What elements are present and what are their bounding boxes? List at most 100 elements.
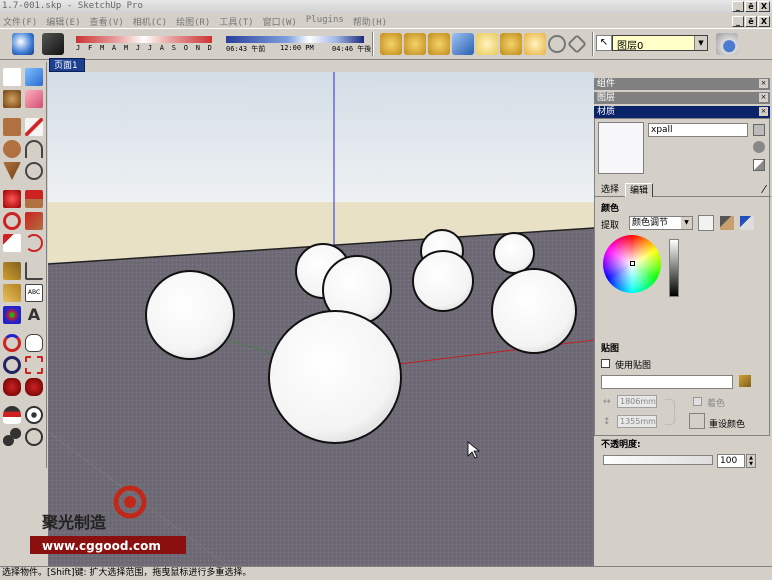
zoom-extents-tool-icon[interactable] (25, 378, 43, 396)
color-picker-dropdown[interactable]: 颜色调节 ▼ (629, 216, 693, 230)
previous-view-icon[interactable] (3, 378, 21, 396)
polygon-tool-icon[interactable] (3, 162, 21, 180)
doc-minimize-button[interactable]: _ (732, 16, 744, 27)
colorize-checkbox[interactable] (693, 397, 702, 406)
materials-tray-header[interactable]: 材质 × (594, 106, 770, 118)
texture-width-field[interactable]: 1806mm (617, 395, 657, 408)
default-material-icon[interactable] (753, 141, 765, 153)
dimension-tool-icon[interactable] (25, 262, 43, 280)
rectangle-tool-icon[interactable] (3, 118, 21, 136)
sphere[interactable] (493, 232, 535, 274)
freehand-tool-icon[interactable] (25, 162, 43, 180)
orbit-tool-icon[interactable] (3, 334, 21, 352)
push-pull-icon[interactable] (25, 190, 43, 208)
minimize-button[interactable]: _ (732, 1, 744, 12)
menu-tools[interactable]: 工具(T) (219, 15, 253, 28)
orbit-icon[interactable] (548, 35, 566, 53)
layers-tray-header[interactable]: 图层 × (594, 92, 770, 104)
scale-tool-icon[interactable] (3, 234, 21, 252)
view-iso-icon[interactable] (380, 33, 402, 55)
menu-draw[interactable]: 绘图(R) (176, 15, 210, 28)
doc-close-button[interactable]: X (758, 16, 770, 27)
offset-tool-icon[interactable] (25, 234, 43, 252)
match-screen-icon[interactable] (740, 216, 754, 230)
move-tool-icon[interactable] (3, 190, 21, 208)
eraser-icon[interactable] (25, 90, 43, 108)
pan-icon[interactable] (567, 34, 587, 54)
view-top-icon[interactable] (404, 33, 426, 55)
display-shadows-icon[interactable] (42, 33, 64, 55)
restore-button[interactable]: ē (745, 1, 757, 12)
opacity-value-field[interactable]: 100 (717, 454, 745, 468)
zoom-extents-icon[interactable] (524, 33, 546, 55)
sphere[interactable] (491, 268, 577, 354)
close-icon[interactable]: × (759, 107, 768, 116)
layer-manager-icon[interactable] (716, 33, 738, 55)
menu-help[interactable]: 帮助(H) (353, 15, 387, 28)
time-slider[interactable] (226, 36, 364, 43)
look-around-icon[interactable] (25, 406, 43, 424)
watermark-url: www.cggood.com (42, 539, 161, 553)
tab-select[interactable]: 选择 (597, 183, 623, 197)
section-plane-icon[interactable] (25, 428, 43, 446)
position-camera-icon[interactable] (3, 406, 21, 424)
select-arrow-icon[interactable]: ↖ (596, 35, 612, 51)
scene-tab[interactable]: 页面1 (49, 58, 85, 72)
zoom-tool-icon[interactable] (3, 356, 21, 374)
menu-edit[interactable]: 编辑(E) (46, 15, 80, 28)
axes-tool-icon[interactable] (3, 306, 21, 324)
paint-bucket-icon[interactable] (3, 90, 21, 108)
color-swatch[interactable] (698, 215, 714, 231)
menu-window[interactable]: 窗口(W) (263, 15, 297, 28)
rotate-tool-icon[interactable] (3, 212, 21, 230)
3d-text-icon[interactable]: A (25, 306, 43, 324)
shadow-settings-icon[interactable] (12, 33, 34, 55)
arc-tool-icon[interactable] (25, 140, 43, 158)
view-front-icon[interactable] (428, 33, 450, 55)
close-button[interactable]: X (758, 1, 770, 12)
circle-tool-icon[interactable] (3, 140, 21, 158)
browse-folder-icon[interactable] (739, 375, 751, 387)
eyedropper-icon[interactable]: ⁄ (763, 183, 765, 196)
zoom-window-icon[interactable] (25, 356, 43, 374)
menu-view[interactable]: 查看(V) (90, 15, 124, 28)
doc-restore-button[interactable]: ē (745, 16, 757, 27)
texture-height-field[interactable]: 1355mm (617, 415, 657, 428)
walk-tool-icon[interactable] (3, 428, 21, 446)
create-material-icon[interactable] (753, 124, 765, 136)
texture-path-field[interactable] (601, 375, 733, 389)
tab-edit[interactable]: 编辑 (625, 183, 654, 197)
pan-hand-icon[interactable] (25, 334, 43, 352)
reset-color-swatch[interactable] (689, 413, 705, 429)
menu-camera[interactable]: 相机(C) (133, 15, 167, 28)
select-tool-icon[interactable] (3, 68, 21, 86)
text-tool-icon[interactable]: ABC (25, 284, 43, 302)
sample-paint-icon[interactable] (753, 159, 765, 171)
components-tray-header[interactable]: 组件 × (594, 78, 770, 90)
link-icon[interactable] (665, 399, 675, 425)
tape-measure-icon[interactable] (3, 262, 21, 280)
view-back-icon[interactable] (476, 33, 498, 55)
close-icon[interactable]: × (759, 79, 768, 88)
protractor-icon[interactable] (3, 284, 21, 302)
make-component-icon[interactable] (25, 68, 43, 86)
material-name-field[interactable]: xpall (648, 123, 748, 137)
menu-file[interactable]: 文件(F) (3, 15, 37, 28)
view-left-icon[interactable] (500, 33, 522, 55)
close-icon[interactable]: × (759, 93, 768, 102)
line-tool-icon[interactable] (25, 118, 43, 136)
sphere[interactable] (268, 310, 402, 444)
follow-me-icon[interactable] (25, 212, 43, 230)
view-right-icon[interactable] (452, 33, 474, 55)
sphere[interactable] (412, 250, 474, 312)
brightness-slider[interactable] (669, 239, 679, 297)
menu-plugins[interactable]: Plugins (306, 15, 344, 28)
opacity-slider[interactable] (603, 455, 713, 465)
use-texture-checkbox[interactable] (601, 359, 610, 368)
opacity-stepper[interactable]: ▲ ▼ (746, 454, 756, 468)
layer-dropdown[interactable]: 图层0 ▼ (612, 35, 708, 52)
sphere[interactable] (145, 270, 235, 360)
date-slider[interactable] (76, 36, 212, 43)
reset-color-label[interactable]: 重设颜色 (709, 417, 745, 430)
match-color-icon[interactable] (720, 216, 734, 230)
